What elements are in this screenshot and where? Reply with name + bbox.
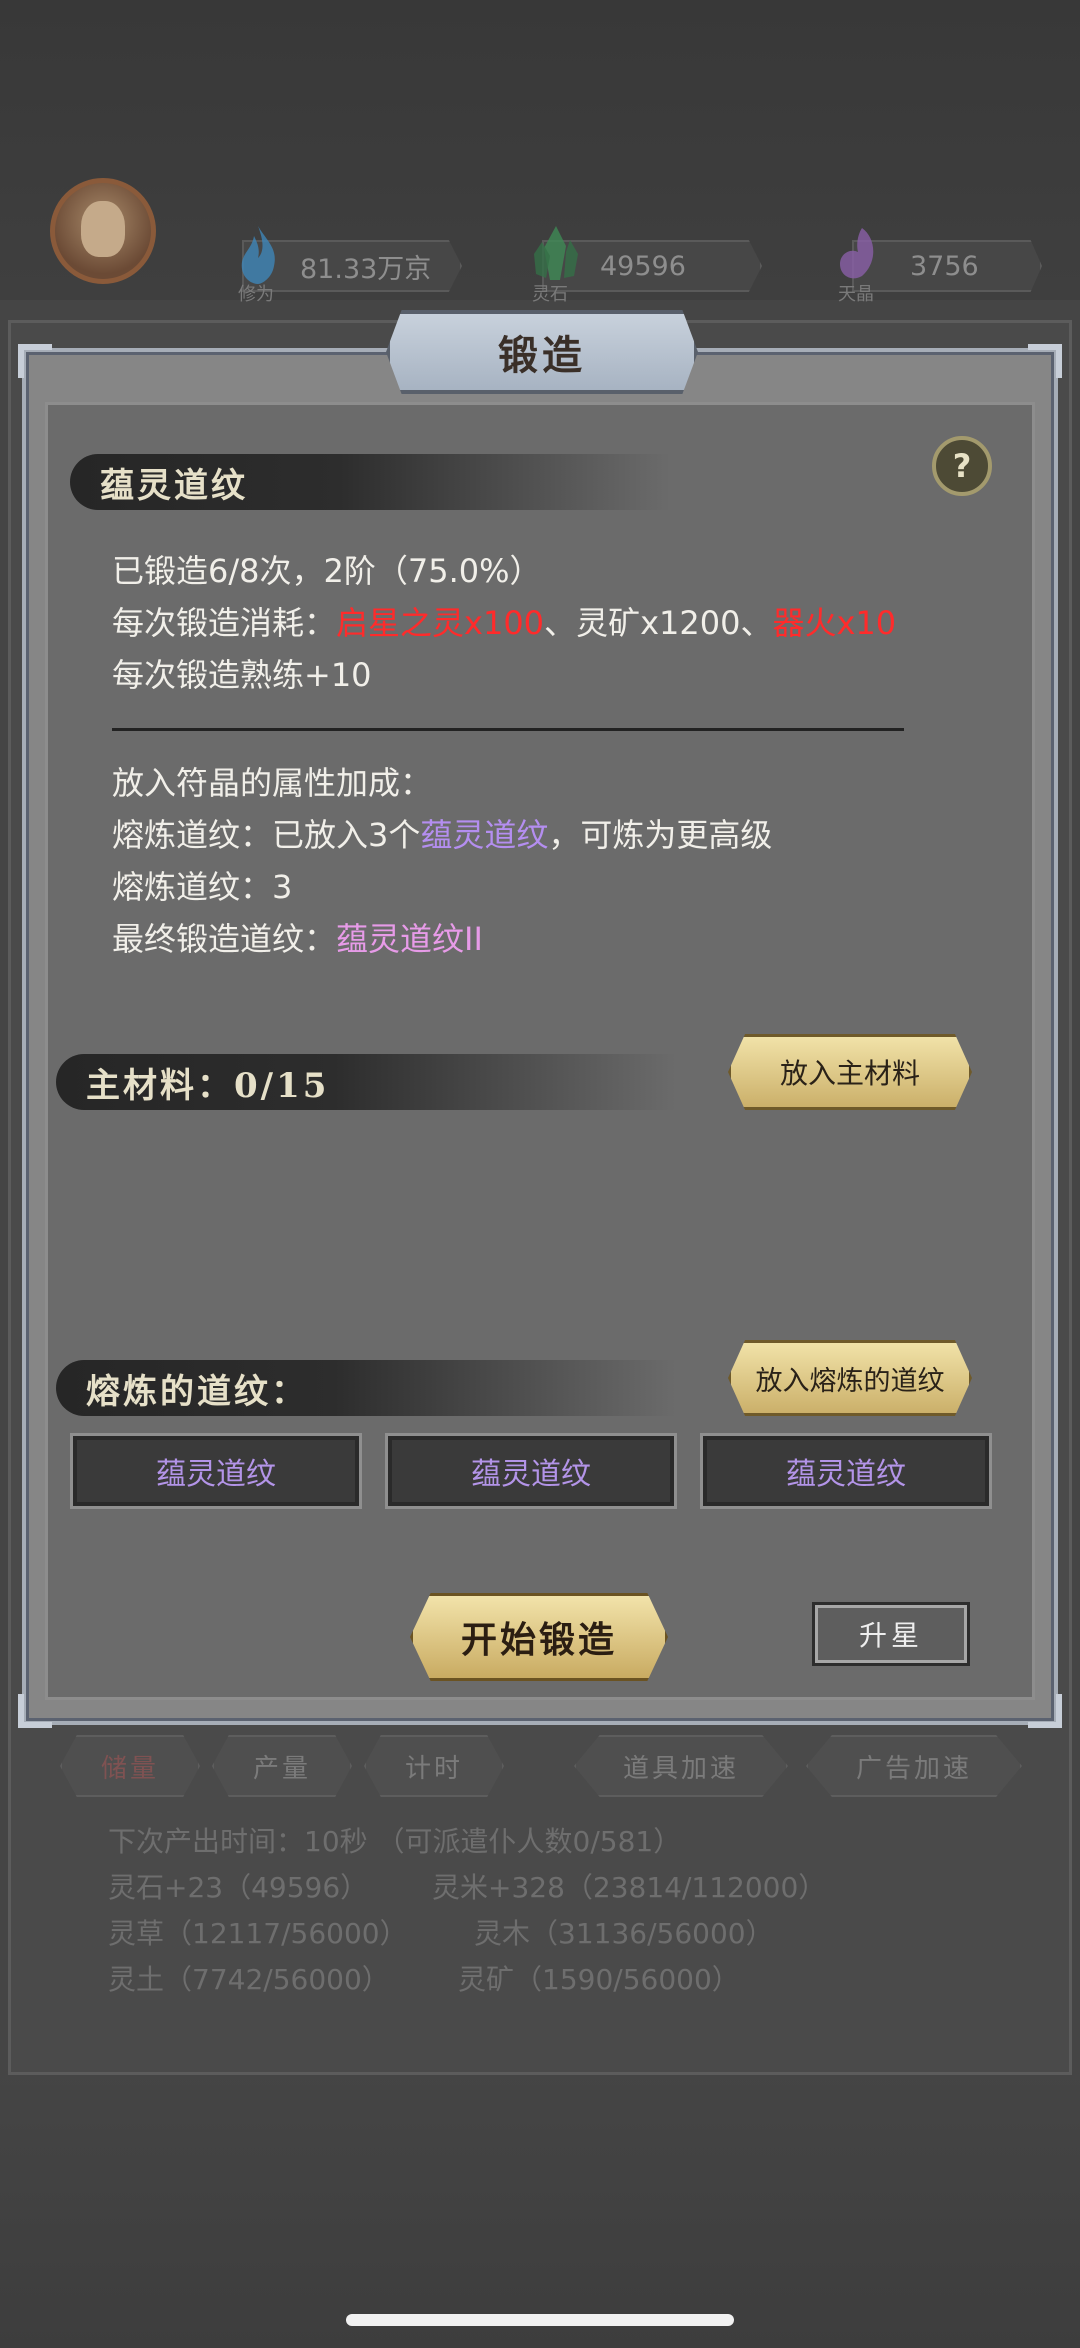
tab-output[interactable]: 产量 bbox=[212, 1735, 352, 1797]
main-material-label: 主材料：0/15 bbox=[86, 1065, 330, 1106]
item-name-bar: 蕴灵道纹 bbox=[70, 454, 670, 510]
home-indicator[interactable] bbox=[346, 2314, 734, 2326]
resource-sky-crystal-label: 天晶 bbox=[838, 284, 874, 305]
stat-spirit-rice: 灵米+328（23814/112000） bbox=[432, 1871, 827, 1904]
cost-separator: 、 bbox=[544, 604, 577, 642]
next-output-time: 下次产出时间：10秒 （可派遣仆人数0/581） bbox=[108, 1825, 682, 1858]
tab-storage[interactable]: 储量 bbox=[60, 1735, 200, 1797]
stat-spirit-herb: 灵草（12117/56000） bbox=[108, 1917, 408, 1950]
forge-cost-label: 每次锻造消耗： bbox=[112, 604, 337, 642]
final-result-label: 最终锻造道纹： bbox=[112, 920, 337, 958]
stat-spirit-stone: 灵石+23（49596） bbox=[108, 1871, 369, 1904]
crystal-icon bbox=[534, 226, 578, 280]
smelt-status-suffix: ，可炼为更高级 bbox=[548, 816, 773, 854]
divider bbox=[112, 728, 904, 731]
add-main-material-button[interactable]: 放入主材料 bbox=[728, 1034, 972, 1110]
main-material-bar: 主材料：0/15 bbox=[56, 1054, 676, 1110]
smelt-status-prefix: 熔炼道纹：已放入3个 bbox=[112, 816, 421, 854]
smelt-count: 熔炼道纹：3 bbox=[112, 868, 293, 906]
smelt-section-bar: 熔炼的道纹： bbox=[56, 1360, 676, 1416]
avatar-face bbox=[81, 201, 125, 257]
final-result: 最终锻造道纹：蕴灵道纹II bbox=[112, 914, 483, 960]
dialog-title: 锻造 bbox=[498, 332, 586, 379]
smelt-status: 熔炼道纹：已放入3个蕴灵道纹，可炼为更高级 bbox=[112, 810, 772, 856]
resource-cultivation-label: 修为 bbox=[238, 284, 274, 305]
sky-crystal-icon bbox=[840, 228, 874, 279]
smelt-slot-1[interactable]: 蕴灵道纹 bbox=[70, 1433, 362, 1509]
cost-forge-fire: 器火x10 bbox=[772, 604, 897, 642]
stat-spirit-wood: 灵木（31136/56000） bbox=[474, 1917, 774, 1950]
add-smelt-pattern-button[interactable]: 放入熔炼的道纹 bbox=[728, 1340, 972, 1416]
smelt-slot-3[interactable]: 蕴灵道纹 bbox=[700, 1433, 992, 1509]
stat-spirit-ore: 灵矿（1590/56000） bbox=[458, 1963, 740, 1996]
forge-proficiency: 每次锻造熟练+10 bbox=[112, 656, 372, 694]
smelt-status-item: 蕴灵道纹 bbox=[420, 816, 549, 854]
upgrade-star-button[interactable]: 升星 bbox=[812, 1602, 970, 1666]
frame-corner bbox=[18, 344, 52, 378]
resource-spirit-stone-label: 灵石 bbox=[532, 284, 568, 305]
frame-corner bbox=[1028, 344, 1062, 378]
resource-sky-crystal-value: 3756 bbox=[910, 250, 979, 282]
stat-spirit-soil: 灵土（7742/56000） bbox=[108, 1963, 390, 1996]
resource-cultivation-value: 81.33万京 bbox=[300, 253, 432, 285]
tab-timer[interactable]: 计时 bbox=[364, 1735, 504, 1797]
background-bottom bbox=[0, 2070, 1080, 2348]
flame-icon bbox=[241, 226, 275, 284]
cost-separator: 、 bbox=[740, 604, 773, 642]
smelt-section-label: 熔炼的道纹： bbox=[86, 1371, 308, 1412]
tab-ad-speedup[interactable]: 广告加速 bbox=[806, 1735, 1022, 1797]
smelt-slot-2[interactable]: 蕴灵道纹 bbox=[385, 1433, 677, 1509]
cost-star-spirit: 启星之灵x100 bbox=[336, 604, 545, 642]
forge-progress: 已锻造6/8次，2阶（75.0%） bbox=[112, 552, 542, 590]
tab-item-speedup[interactable]: 道具加速 bbox=[574, 1735, 788, 1797]
start-forge-button[interactable]: 开始锻造 bbox=[410, 1593, 668, 1681]
bonus-title: 放入符晶的属性加成： bbox=[112, 764, 433, 802]
final-result-item: 蕴灵道纹II bbox=[336, 920, 483, 958]
item-name: 蕴灵道纹 bbox=[100, 465, 248, 506]
help-button[interactable]: ? bbox=[932, 436, 992, 496]
resource-spirit-stone-value: 49596 bbox=[600, 250, 686, 282]
cost-spirit-ore: 灵矿x1200 bbox=[576, 604, 741, 642]
forge-cost: 每次锻造消耗：启星之灵x100、灵矿x1200、器火x10 bbox=[112, 598, 896, 644]
player-avatar[interactable] bbox=[50, 178, 156, 284]
dialog-title-plate: 锻造 bbox=[386, 310, 698, 394]
